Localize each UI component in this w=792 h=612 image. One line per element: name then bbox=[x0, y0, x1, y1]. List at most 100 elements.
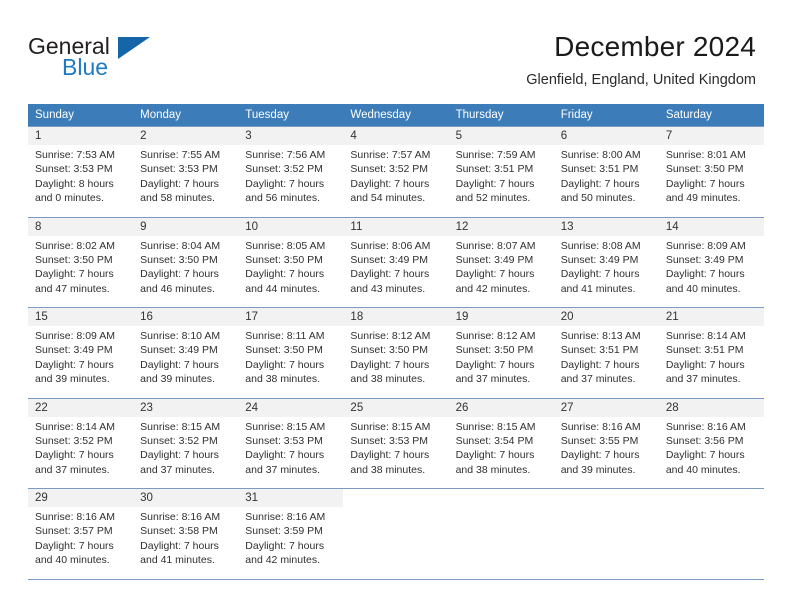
day-number[interactable]: 8 bbox=[28, 216, 134, 236]
day-number[interactable]: 4 bbox=[343, 126, 449, 145]
bottom-rule-segment bbox=[238, 578, 344, 580]
day-number[interactable]: 27 bbox=[553, 397, 659, 417]
day-cell[interactable]: Sunrise: 7:55 AM Sunset: 3:53 PM Daylight:… bbox=[133, 145, 239, 217]
day-number[interactable]: 21 bbox=[658, 307, 764, 326]
bottom-rule-segment bbox=[553, 578, 659, 580]
general-blue-logo[interactable]: General Blue bbox=[28, 34, 158, 86]
day-number[interactable]: 1 bbox=[28, 126, 134, 145]
day-cell[interactable]: Sunrise: 8:16 AM Sunset: 3:56 PM Daylight:… bbox=[658, 416, 764, 489]
day-cell[interactable]: Sunrise: 8:16 AM Sunset: 3:55 PM Daylight:… bbox=[553, 416, 659, 489]
day-sunset-text: Sunset: 3:52 PM bbox=[35, 434, 113, 447]
day-number[interactable]: 14 bbox=[658, 216, 764, 236]
day-cell[interactable]: Sunrise: 8:16 AM Sunset: 3:58 PM Daylight:… bbox=[133, 507, 239, 579]
day-sunrise-text: Sunrise: 8:15 AM bbox=[140, 420, 221, 433]
day-sunrise-text: Sunrise: 7:59 AM bbox=[455, 149, 536, 161]
day-cell[interactable]: Sunrise: 8:08 AM Sunset: 3:49 PM Daylight:… bbox=[553, 235, 659, 308]
day-sunset-text: Sunset: 3:49 PM bbox=[140, 344, 218, 357]
week-daynumber-row: 1234567 bbox=[28, 126, 764, 145]
day-number[interactable]: 23 bbox=[133, 397, 239, 417]
day-daylight-2-text: and 44 minutes. bbox=[245, 282, 320, 295]
day-cell[interactable]: Sunrise: 8:14 AM Sunset: 3:52 PM Daylight:… bbox=[28, 416, 134, 489]
day-cell[interactable]: Sunrise: 8:15 AM Sunset: 3:52 PM Daylight:… bbox=[133, 416, 239, 489]
day-number[interactable]: 10 bbox=[238, 216, 344, 236]
day-cell[interactable]: Sunrise: 8:10 AM Sunset: 3:49 PM Daylight:… bbox=[133, 326, 239, 398]
day-daylight-1-text: Daylight: 7 hours bbox=[455, 358, 535, 371]
day-cell[interactable]: Sunrise: 8:12 AM Sunset: 3:50 PM Daylight:… bbox=[448, 326, 554, 398]
day-number[interactable]: 24 bbox=[238, 397, 344, 417]
day-cell[interactable]: Sunrise: 8:09 AM Sunset: 3:49 PM Daylight:… bbox=[28, 326, 134, 398]
day-cell[interactable]: Sunrise: 8:15 AM Sunset: 3:54 PM Daylight:… bbox=[448, 416, 554, 489]
day-cell[interactable]: Sunrise: 8:13 AM Sunset: 3:51 PM Daylight:… bbox=[553, 326, 659, 398]
day-daylight-1-text: Daylight: 7 hours bbox=[455, 449, 535, 462]
week-daynumber-row: 15 16 17 18 19 20 21 bbox=[28, 307, 764, 326]
bottom-rule-segment bbox=[133, 578, 239, 580]
day-cell[interactable]: Sunrise: 8:16 AM Sunset: 3:59 PM Daylight:… bbox=[238, 507, 344, 579]
day-number[interactable]: 18 bbox=[343, 307, 449, 326]
day-cell[interactable]: Sunrise: 8:01 AM Sunset: 3:50 PM Daylight:… bbox=[658, 145, 764, 217]
day-cell[interactable]: Sunrise: 8:07 AM Sunset: 3:49 PM Daylight:… bbox=[448, 235, 554, 308]
day-number-empty bbox=[553, 488, 659, 507]
day-number[interactable]: 16 bbox=[133, 307, 239, 326]
day-daylight-1-text: Daylight: 7 hours bbox=[245, 358, 325, 371]
day-daylight-1-text: Daylight: 7 hours bbox=[35, 539, 114, 552]
day-number[interactable]: 3 bbox=[238, 126, 344, 145]
day-number[interactable]: 19 bbox=[448, 307, 554, 326]
week-info-row: Sunrise: 8:02 AM Sunset: 3:50 PM Daylight:… bbox=[28, 235, 764, 308]
day-daylight-2-text: and 54 minutes. bbox=[350, 192, 426, 205]
day-cell[interactable]: Sunrise: 8:04 AM Sunset: 3:50 PM Daylight:… bbox=[133, 235, 239, 308]
day-number[interactable]: 20 bbox=[553, 307, 659, 326]
day-cell[interactable]: Sunrise: 8:15 AM Sunset: 3:53 PM Daylight:… bbox=[343, 416, 449, 489]
day-number[interactable]: 12 bbox=[448, 216, 554, 236]
day-sunset-text: Sunset: 3:49 PM bbox=[455, 253, 534, 266]
day-number[interactable]: 11 bbox=[343, 216, 449, 236]
day-daylight-1-text: Daylight: 7 hours bbox=[455, 177, 535, 190]
day-sunrise-text: Sunrise: 8:00 AM bbox=[560, 149, 641, 161]
day-cell[interactable]: Sunrise: 7:53 AM Sunset: 3:53 PM Daylight:… bbox=[28, 145, 134, 217]
day-sunset-text: Sunset: 3:50 PM bbox=[455, 344, 534, 357]
day-sunset-text: Sunset: 3:53 PM bbox=[245, 434, 323, 447]
day-number[interactable]: 15 bbox=[28, 307, 134, 326]
day-cell[interactable]: Sunrise: 8:16 AM Sunset: 3:57 PM Daylight:… bbox=[28, 507, 134, 579]
day-cell[interactable]: Sunrise: 8:14 AM Sunset: 3:51 PM Daylight:… bbox=[658, 326, 764, 398]
day-daylight-1-text: Daylight: 7 hours bbox=[245, 268, 325, 281]
day-cell[interactable]: Sunrise: 8:00 AM Sunset: 3:51 PM Daylight:… bbox=[553, 145, 659, 217]
day-daylight-1-text: Daylight: 7 hours bbox=[350, 449, 430, 462]
day-cell-empty bbox=[658, 507, 764, 579]
day-sunrise-text: Sunrise: 8:16 AM bbox=[665, 420, 746, 433]
day-daylight-2-text: and 40 minutes. bbox=[665, 282, 741, 295]
day-number[interactable]: 22 bbox=[28, 397, 134, 417]
day-number[interactable]: 29 bbox=[28, 488, 134, 507]
day-cell[interactable]: Sunrise: 8:12 AM Sunset: 3:50 PM Daylight:… bbox=[343, 326, 449, 398]
day-cell[interactable]: Sunrise: 8:09 AM Sunset: 3:49 PM Daylight:… bbox=[658, 235, 764, 308]
day-sunset-text: Sunset: 3:58 PM bbox=[140, 525, 218, 538]
day-daylight-1-text: Daylight: 7 hours bbox=[35, 358, 114, 371]
day-number[interactable]: 25 bbox=[343, 397, 449, 417]
day-cell[interactable]: Sunrise: 8:11 AM Sunset: 3:50 PM Daylight:… bbox=[238, 326, 344, 398]
day-cell[interactable]: Sunrise: 8:05 AM Sunset: 3:50 PM Daylight:… bbox=[238, 235, 344, 308]
day-sunrise-text: Sunrise: 8:12 AM bbox=[350, 330, 431, 342]
day-sunset-text: Sunset: 3:50 PM bbox=[245, 253, 323, 266]
title-block: December 2024 Glenfield, England, United… bbox=[526, 30, 756, 90]
day-number[interactable]: 5 bbox=[448, 126, 554, 145]
day-number[interactable]: 2 bbox=[133, 126, 239, 145]
day-cell[interactable]: Sunrise: 7:57 AM Sunset: 3:52 PM Daylight:… bbox=[343, 145, 449, 217]
calendar-body: 1 2 3 4 5 6 7 Sunrise: 7:53 AM Sunset: 3:53 PM Da… bbox=[28, 126, 764, 580]
day-cell[interactable]: Sunrise: 8:06 AM Sunset: 3:49 PM Daylight:… bbox=[343, 235, 449, 308]
day-number[interactable]: 28 bbox=[658, 397, 764, 417]
day-number[interactable]: 30 bbox=[133, 488, 239, 507]
day-number[interactable]: 31 bbox=[238, 488, 344, 507]
day-cell[interactable]: Sunrise: 7:56 AM Sunset: 3:52 PM Daylight:… bbox=[238, 145, 344, 217]
day-cell[interactable]: Sunrise: 7:59 AM Sunset: 3:51 PM Daylight:… bbox=[448, 145, 554, 217]
day-number[interactable]: 7 bbox=[658, 126, 764, 145]
day-number[interactable]: 13 bbox=[553, 216, 659, 236]
day-number[interactable]: 6 bbox=[553, 126, 659, 145]
day-number[interactable]: 9 bbox=[133, 216, 239, 236]
day-daylight-2-text: and 47 minutes. bbox=[35, 282, 110, 295]
day-daylight-1-text: Daylight: 7 hours bbox=[140, 449, 219, 462]
day-number[interactable]: 26 bbox=[448, 397, 554, 417]
day-cell[interactable]: Sunrise: 8:02 AM Sunset: 3:50 PM Daylight:… bbox=[28, 235, 134, 308]
day-cell[interactable]: Sunrise: 8:15 AM Sunset: 3:53 PM Daylight:… bbox=[238, 416, 344, 489]
day-number[interactable]: 17 bbox=[238, 307, 344, 326]
day-sunrise-text: Sunrise: 8:15 AM bbox=[245, 420, 326, 433]
bottom-rule-segment bbox=[448, 578, 554, 580]
